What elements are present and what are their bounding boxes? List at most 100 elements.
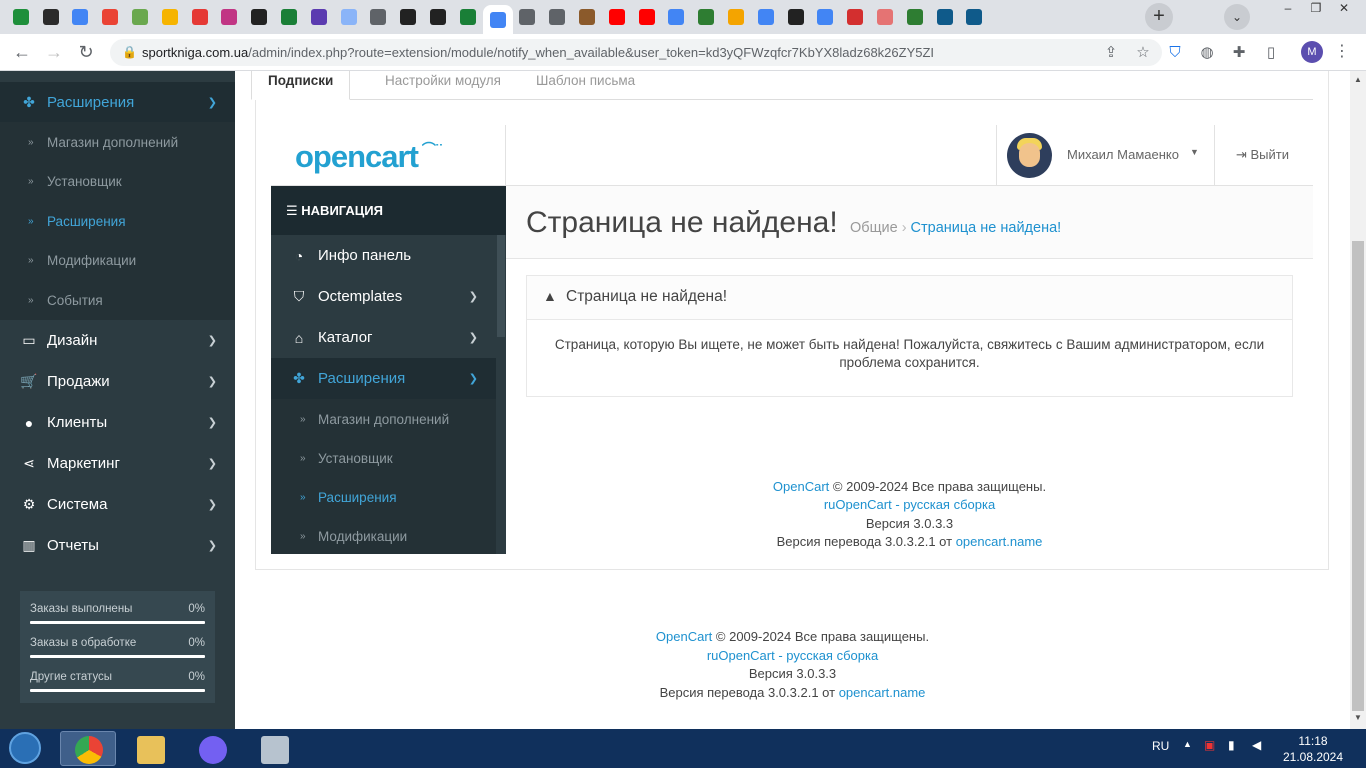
browser-tab[interactable] — [811, 5, 841, 29]
opencart-logo[interactable]: opencart ⌒˙˙ — [295, 139, 443, 175]
scrollbar-thumb[interactable] — [1352, 241, 1364, 711]
nav-subitem-modifications[interactable]: » Модификации — [271, 516, 496, 554]
breadcrumb-current[interactable]: Страница не найдена! — [911, 220, 1062, 236]
side-panel-icon[interactable]: ▯ — [1260, 42, 1282, 64]
browser-tab[interactable] — [602, 5, 632, 29]
frame-nav-scrollbar[interactable] — [496, 235, 506, 554]
taskbar-calculator[interactable] — [246, 731, 302, 766]
sidebar-subitem-installer[interactable]: » Установщик — [0, 161, 235, 201]
tray-expand-icon[interactable]: ▲ — [1183, 739, 1192, 749]
minimize-button[interactable]: – — [1274, 0, 1302, 18]
browser-tab[interactable] — [185, 5, 215, 29]
sidebar-subitem-store[interactable]: » Магазин дополнений — [0, 122, 235, 162]
browser-tab[interactable] — [155, 5, 185, 29]
browser-tab[interactable] — [900, 5, 930, 29]
breadcrumb-home[interactable]: Общие — [850, 220, 898, 236]
nav-item-dashboard[interactable]: ◔ Инфо панель — [271, 235, 496, 276]
translate-icon[interactable]: ◍ — [1196, 42, 1218, 64]
sidebar-subitem-extensions[interactable]: » Расширения — [0, 201, 235, 241]
browser-menu-icon[interactable]: ⋮ — [1334, 41, 1350, 61]
opencart-name-link[interactable]: opencart.name — [839, 685, 926, 700]
share-icon[interactable]: ⇪ — [1100, 42, 1122, 64]
browser-tab[interactable] — [751, 5, 781, 29]
scroll-down-icon[interactable]: ▼ — [1354, 713, 1362, 722]
browser-tab[interactable] — [423, 5, 453, 29]
sidebar-item-marketing[interactable]: ⋖ Маркетинг ❯ — [0, 443, 235, 484]
nav-subitem-installer[interactable]: » Установщик — [271, 438, 496, 478]
sidebar-subitem-modifications[interactable]: » Модификации — [0, 240, 235, 280]
sidebar-item-customers[interactable]: ● Клиенты ❯ — [0, 402, 235, 443]
browser-tab[interactable] — [6, 5, 36, 29]
extensions-puzzle-icon[interactable]: ✚ — [1228, 42, 1250, 64]
browser-tab[interactable] — [66, 5, 96, 29]
tab-subscriptions[interactable]: Подписки — [251, 71, 351, 100]
sidebar-item-extensions[interactable]: ✤ Расширения ❯ — [0, 82, 235, 123]
tab-module-settings[interactable]: Настройки модуля — [369, 71, 517, 100]
sidebar-subitem-events[interactable]: » События — [0, 280, 235, 320]
sidebar-item-reports[interactable]: ▥ Отчеты ❯ — [0, 525, 235, 566]
browser-tab[interactable] — [781, 5, 811, 29]
address-bar[interactable]: 🔒 sportkniga.com.ua/admin/index.php?rout… — [110, 39, 1162, 66]
browser-tab[interactable] — [215, 5, 245, 29]
browser-tab[interactable] — [840, 5, 870, 29]
taskbar-explorer[interactable] — [122, 731, 178, 766]
browser-tab[interactable] — [125, 5, 155, 29]
browser-tab[interactable] — [721, 5, 751, 29]
browser-tab[interactable] — [453, 5, 483, 29]
tray-app-icon[interactable]: ▣ — [1204, 738, 1215, 752]
nav-subitem-extensions[interactable]: » Расширения — [271, 477, 496, 517]
opencart-link[interactable]: OpenCart — [656, 629, 712, 644]
taskbar-viber[interactable] — [184, 731, 240, 766]
tab-search-button[interactable]: ⌄ — [1224, 4, 1250, 30]
browser-tab[interactable] — [274, 5, 304, 29]
ruopencart-link[interactable]: ruOpenCart - русская сборка — [824, 497, 995, 512]
browser-tab[interactable] — [662, 5, 692, 29]
close-window-button[interactable]: ✕ — [1330, 0, 1358, 18]
browser-tab[interactable] — [691, 5, 721, 29]
bookmark-star-icon[interactable]: ☆ — [1132, 42, 1154, 64]
browser-tab[interactable] — [393, 5, 423, 29]
network-icon[interactable]: ▮ — [1228, 738, 1235, 752]
browser-tab[interactable] — [960, 5, 990, 29]
sidebar-item-sales[interactable]: 🛒 Продажи ❯ — [0, 361, 235, 402]
browser-tab[interactable] — [364, 5, 394, 29]
tab-email-template[interactable]: Шаблон письма — [520, 71, 651, 100]
nav-subitem-store[interactable]: » Магазин дополнений — [271, 399, 496, 439]
browser-tab[interactable] — [513, 5, 543, 29]
user-menu[interactable]: Михаил Мамаенко ▼ — [996, 125, 1215, 186]
browser-tab[interactable] — [304, 5, 334, 29]
nav-item-extensions[interactable]: ✤ Расширения ❯ — [271, 358, 496, 399]
browser-tab[interactable] — [930, 5, 960, 29]
taskbar-chrome[interactable] — [60, 731, 116, 766]
browser-tab[interactable] — [244, 5, 274, 29]
browser-tab[interactable] — [870, 5, 900, 29]
browser-tab[interactable] — [632, 5, 662, 29]
sidebar-item-system[interactable]: ⚙ Система ❯ — [0, 484, 235, 525]
profile-avatar[interactable]: M — [1301, 41, 1323, 63]
browser-tab[interactable] — [95, 5, 125, 29]
scrollbar-thumb[interactable] — [497, 235, 505, 337]
browser-tab[interactable] — [572, 5, 602, 29]
page-scrollbar[interactable]: ▲ ▼ — [1350, 71, 1366, 729]
maximize-button[interactable]: ❐ — [1302, 0, 1330, 18]
browser-tab[interactable] — [36, 5, 66, 29]
volume-icon[interactable]: ◀ — [1252, 738, 1261, 752]
browser-tab[interactable] — [542, 5, 572, 29]
back-button[interactable]: ← — [10, 41, 34, 65]
language-indicator[interactable]: RU — [1152, 739, 1169, 753]
ruopencart-link[interactable]: ruOpenCart - русская сборка — [707, 648, 878, 663]
sidebar-item-design[interactable]: ▭ Дизайн ❯ — [0, 320, 235, 361]
extension-shield-icon[interactable]: ⛉ — [1164, 42, 1186, 64]
new-tab-button[interactable]: + — [1145, 3, 1173, 31]
scroll-up-icon[interactable]: ▲ — [1354, 75, 1362, 84]
navigation-heading[interactable]: ☰ НАВИГАЦИЯ — [271, 186, 506, 235]
clock[interactable]: 11:18 21.08.2024 — [1280, 733, 1346, 765]
browser-tab[interactable] — [334, 5, 364, 29]
opencart-name-link[interactable]: opencart.name — [956, 534, 1043, 549]
opencart-link[interactable]: OpenCart — [773, 479, 829, 494]
logout-link[interactable]: ⇥ Выйти — [1236, 147, 1289, 163]
nav-item-catalog[interactable]: ⌂ Каталог ❯ — [271, 317, 496, 358]
start-button[interactable] — [4, 729, 46, 768]
nav-item-octemplates[interactable]: ⛉ Octemplates ❯ — [271, 276, 496, 317]
forward-button[interactable]: → — [42, 41, 66, 65]
